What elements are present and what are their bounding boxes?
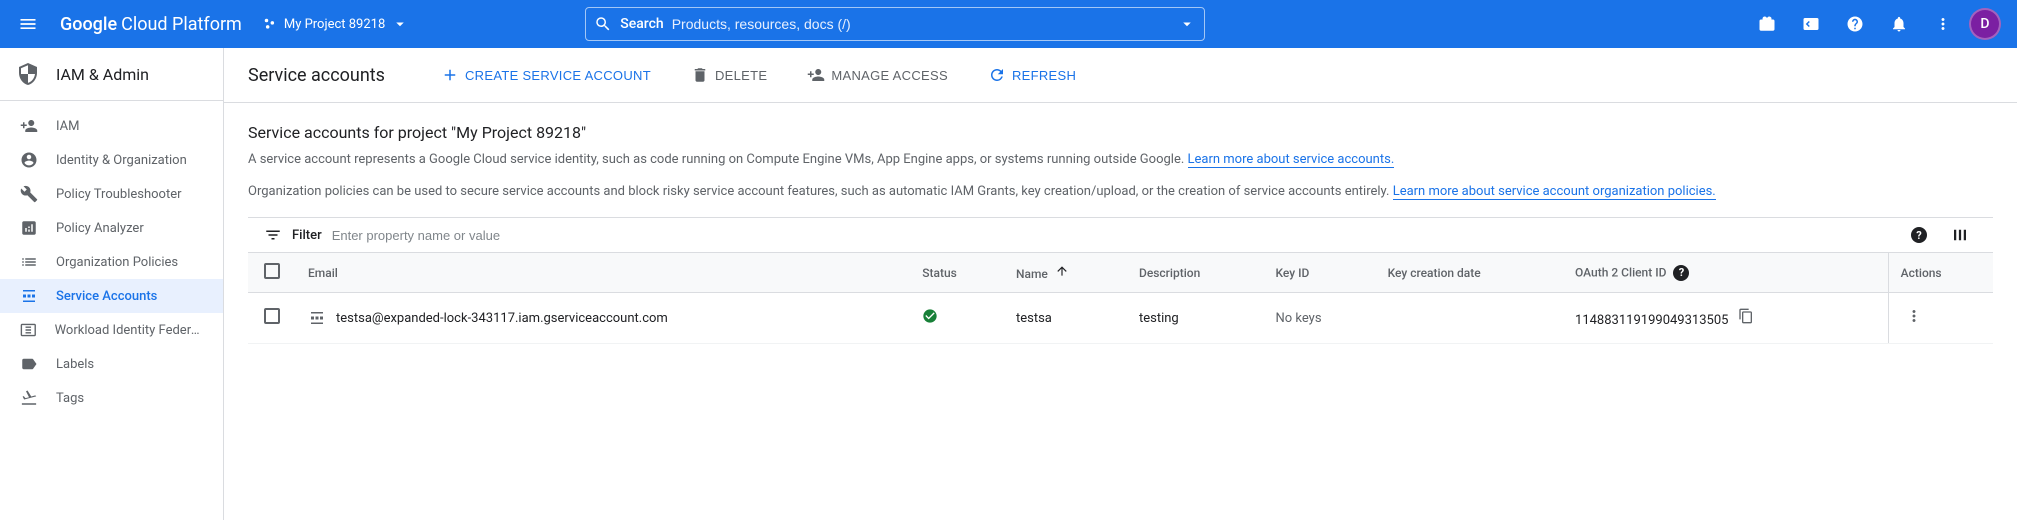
sidebar-item-tags[interactable]: Tags xyxy=(0,381,223,415)
create-button-label: CREATE SERVICE ACCOUNT xyxy=(465,68,651,83)
sidebar-item-label: Workload Identity Federati... xyxy=(55,323,203,338)
col-actions: Actions xyxy=(1888,253,1993,293)
row-checkbox[interactable] xyxy=(264,308,280,324)
content: Service accounts CREATE SERVICE ACCOUNT … xyxy=(224,48,2017,520)
oauth-help-icon[interactable]: ? xyxy=(1673,265,1689,281)
service-account-row-icon xyxy=(308,309,326,327)
col-key-id[interactable]: Key ID xyxy=(1263,253,1375,293)
search-box[interactable]: Search xyxy=(585,7,1205,41)
page-title: Service accounts xyxy=(248,65,385,86)
search-dropdown-icon[interactable] xyxy=(1178,15,1196,33)
sidebar-item-label: Organization Policies xyxy=(56,255,178,270)
select-all-checkbox[interactable] xyxy=(264,263,280,279)
row-description: testing xyxy=(1127,293,1264,344)
row-name: testsa xyxy=(1004,293,1127,344)
col-name[interactable]: Name xyxy=(1004,253,1127,293)
col-oauth[interactable]: OAuth 2 Client ID ? xyxy=(1563,253,1888,293)
sidebar-item-service-accounts[interactable]: Service Accounts xyxy=(0,279,223,313)
sidebar-item-label: Identity & Organization xyxy=(56,153,187,168)
more-icon[interactable] xyxy=(1925,6,1961,42)
sidebar-item-label: IAM xyxy=(56,119,79,134)
sidebar-section-title: IAM & Admin xyxy=(56,65,149,84)
shield-icon xyxy=(16,62,40,86)
manage-button-label: MANAGE ACCESS xyxy=(831,68,948,83)
sidebar-item-workload-identity[interactable]: Workload Identity Federati... xyxy=(0,313,223,347)
column-options-icon[interactable] xyxy=(1951,226,1969,244)
section-heading: Service accounts for project "My Project… xyxy=(248,123,1993,142)
content-body: Service accounts for project "My Project… xyxy=(224,103,2017,364)
status-enabled-icon xyxy=(922,308,938,324)
row-oauth: 114883119199049313505 xyxy=(1575,313,1728,328)
content-header: Service accounts CREATE SERVICE ACCOUNT … xyxy=(224,48,2017,103)
search-icon xyxy=(594,15,612,33)
create-service-account-button[interactable]: CREATE SERVICE ACCOUNT xyxy=(433,60,659,90)
chevron-down-icon xyxy=(391,15,409,33)
sidebar-item-troubleshooter[interactable]: Policy Troubleshooter xyxy=(0,177,223,211)
hamburger-menu[interactable] xyxy=(8,4,48,44)
sidebar-header: IAM & Admin xyxy=(0,48,223,101)
refresh-button-label: REFRESH xyxy=(1012,68,1076,83)
col-description[interactable]: Description xyxy=(1127,253,1264,293)
sidebar-item-labels[interactable]: Labels xyxy=(0,347,223,381)
sidebar-item-org-policies[interactable]: Organization Policies xyxy=(0,245,223,279)
sidebar-item-label: Policy Analyzer xyxy=(56,221,144,236)
sidebar: IAM & Admin IAM Identity & Organization … xyxy=(0,48,224,520)
project-icon xyxy=(262,16,278,32)
filter-row: Filter ? xyxy=(248,218,1993,252)
help-icon[interactable] xyxy=(1837,6,1873,42)
sidebar-item-analyzer[interactable]: Policy Analyzer xyxy=(0,211,223,245)
project-picker[interactable]: My Project 89218 xyxy=(254,11,417,37)
sidebar-item-label: Service Accounts xyxy=(56,289,157,304)
description-1: A service account represents a Google Cl… xyxy=(248,150,1993,170)
table-row: testsa@expanded-lock-343117.iam.gservice… xyxy=(248,293,1993,344)
delete-button-label: DELETE xyxy=(715,68,767,83)
search-label: Search xyxy=(620,16,663,32)
sidebar-item-iam[interactable]: IAM xyxy=(0,109,223,143)
col-status[interactable]: Status xyxy=(910,253,1004,293)
search-container: Search xyxy=(585,7,1205,41)
learn-more-org-policies-link[interactable]: Learn more about service account organiz… xyxy=(1393,184,1716,200)
sidebar-item-label: Labels xyxy=(56,357,94,372)
row-key-creation xyxy=(1376,293,1563,344)
sort-asc-icon xyxy=(1055,264,1069,278)
sidebar-item-identity[interactable]: Identity & Organization xyxy=(0,143,223,177)
cloud-shell-icon[interactable] xyxy=(1793,6,1829,42)
avatar[interactable]: D xyxy=(1969,8,2001,40)
description-2: Organization policies can be used to sec… xyxy=(248,182,1993,202)
filter-label: Filter xyxy=(292,228,322,243)
filter-icon xyxy=(264,226,282,244)
brand-logo[interactable]: Google Google Cloud PlatformCloud Platfo… xyxy=(60,14,242,35)
header-bar: Google Google Cloud PlatformCloud Platfo… xyxy=(0,0,2017,48)
row-key-id: No keys xyxy=(1263,293,1375,344)
gift-icon[interactable] xyxy=(1749,6,1785,42)
notifications-icon[interactable] xyxy=(1881,6,1917,42)
manage-access-button[interactable]: MANAGE ACCESS xyxy=(799,60,956,90)
row-actions-menu[interactable] xyxy=(1901,303,1981,333)
header-actions: D xyxy=(1749,6,2009,42)
service-accounts-table: Email Status Name Description Key ID Key… xyxy=(248,252,1993,344)
sidebar-item-label: Tags xyxy=(56,391,84,406)
filter-help-icon[interactable]: ? xyxy=(1911,227,1927,243)
copy-icon[interactable] xyxy=(1738,308,1754,324)
row-email[interactable]: testsa@expanded-lock-343117.iam.gservice… xyxy=(336,311,668,326)
search-input[interactable] xyxy=(672,16,1171,32)
refresh-button[interactable]: REFRESH xyxy=(980,60,1084,90)
table-container: Filter ? Email Status Name xyxy=(248,217,1993,344)
sidebar-items: IAM Identity & Organization Policy Troub… xyxy=(0,101,223,415)
learn-more-service-accounts-link[interactable]: Learn more about service accounts. xyxy=(1188,152,1395,168)
col-key-creation[interactable]: Key creation date xyxy=(1376,253,1563,293)
sidebar-item-label: Policy Troubleshooter xyxy=(56,187,182,202)
filter-input[interactable] xyxy=(332,228,1897,243)
project-name: My Project 89218 xyxy=(284,17,385,32)
delete-button[interactable]: DELETE xyxy=(683,60,775,90)
col-email[interactable]: Email xyxy=(296,253,910,293)
